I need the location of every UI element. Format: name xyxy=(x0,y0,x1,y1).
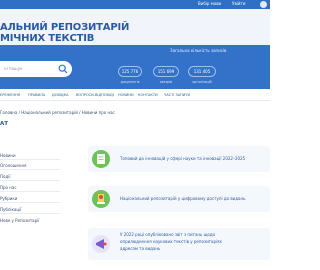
document-leaf-icon xyxy=(92,150,110,168)
megaphone-icon xyxy=(92,235,110,253)
site-header: АЛЬНИЙ РЕПОЗИТАРІЙ МІЧНИХ ТЕКСТІВ xyxy=(0,9,270,49)
stat-authors-label: авторів xyxy=(159,80,173,84)
user-avatar[interactable] xyxy=(260,1,267,8)
stat-authors: 151 699 xyxy=(153,66,179,77)
nav-item-frequent-queries[interactable]: ЧАСТІ ЗАПИТИ xyxy=(164,93,190,97)
search-input[interactable]: ні пошук xyxy=(4,66,23,71)
news-title[interactable]: У 2022 році опубліковано звіт з питань щ… xyxy=(120,232,215,238)
award-icon xyxy=(92,190,110,208)
nav-item-faq[interactable]: ВОПРОСИ-ВІДПОВІДІ xyxy=(76,93,114,97)
stat-documents: 125 776 xyxy=(118,66,142,77)
stats-title: Загальна кількість записів xyxy=(170,48,227,53)
sidebar-divider xyxy=(0,191,60,192)
sidebar-divider xyxy=(0,213,60,214)
sidebar-item-events[interactable]: Події xyxy=(0,174,10,179)
news-title-line3[interactable]: адресам та видань xyxy=(120,246,160,252)
sidebar-item-publications[interactable]: Публікації xyxy=(0,207,21,212)
site-title-line2: МІЧНИХ ТЕКСТІВ xyxy=(0,33,95,44)
nav-item-regulations[interactable]: ЕРЕЖЕННЯ xyxy=(0,93,20,97)
sidebar-divider xyxy=(0,169,60,170)
page-title: АТ xyxy=(0,121,9,127)
search-icon[interactable] xyxy=(58,64,68,74)
site-title: АЛЬНИЙ РЕПОЗИТАРІЙ МІЧНИХ ТЕКСТІВ xyxy=(0,22,129,44)
login-link[interactable]: Увійти xyxy=(232,1,245,6)
nav-item-news[interactable]: НОВИНИ xyxy=(118,93,134,97)
top-bar: Вибір мови Увійти xyxy=(0,0,270,9)
nav-item-contacts[interactable]: КОНТАКТИ xyxy=(138,93,158,97)
sidebar-item-rubrics[interactable]: Рубрики xyxy=(0,196,17,201)
nav-item-rules[interactable]: ПРАВИЛА xyxy=(28,93,45,97)
sidebar-item-announcements[interactable]: Оголошення xyxy=(0,163,26,168)
sidebar-divider xyxy=(0,159,60,160)
nav-item-help[interactable]: ДОВІДКА xyxy=(52,93,69,97)
sidebar-divider xyxy=(0,202,60,203)
news-card[interactable]: У 2022 році опубліковано звіт з питань щ… xyxy=(88,228,270,260)
site-title-line1: АЛЬНИЙ РЕПОЗИТАРІЙ xyxy=(0,22,130,33)
stat-organizations-label: організацій xyxy=(192,80,212,84)
news-card[interactable]: Топовий до інновацій у сфері науки та ін… xyxy=(88,146,270,172)
language-selector[interactable]: Вибір мови xyxy=(198,1,221,6)
stat-organizations: 131 405 xyxy=(188,66,216,77)
stat-documents-label: документів xyxy=(120,80,140,84)
sidebar-item-about[interactable]: Про нас xyxy=(0,185,17,190)
news-title[interactable]: Топовий до інновацій у сфері науки та ін… xyxy=(120,156,245,162)
sidebar-divider xyxy=(0,180,60,181)
news-title-line2[interactable]: оприлюднення наукових текстів у репозита… xyxy=(120,239,222,245)
news-title[interactable]: Національний репозитарій у цифровому дос… xyxy=(120,196,245,202)
main-nav: ЕРЕЖЕННЯ ПРАВИЛА ДОВІДКА ВОПРОСИ-ВІДПОВІ… xyxy=(0,89,270,101)
sidebar-item-news[interactable]: Новини xyxy=(0,153,16,158)
news-card[interactable]: Національний репозитарій у цифровому дос… xyxy=(88,186,270,212)
search-box[interactable]: ні пошук xyxy=(0,61,72,77)
sidebar-item-repository-news[interactable]: Нове у Репозитарії xyxy=(0,218,39,223)
breadcrumb[interactable]: Головна / Національний репозитарій / Нов… xyxy=(0,110,115,115)
